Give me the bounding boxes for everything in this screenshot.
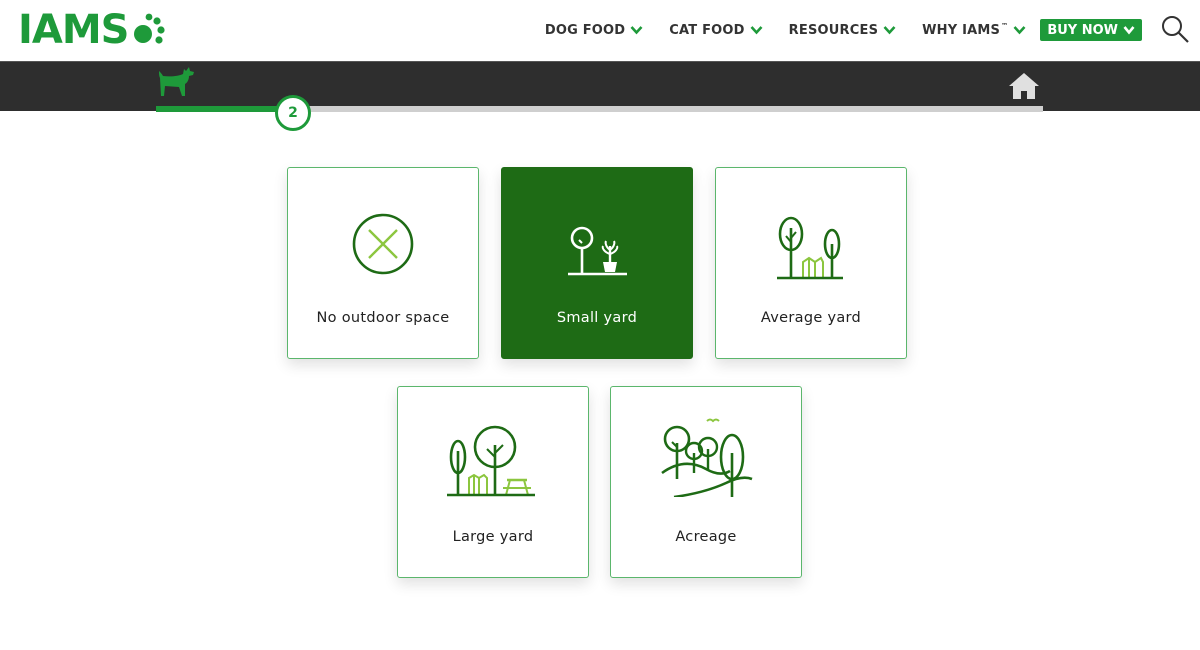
- option-average-yard[interactable]: Average yard: [715, 167, 907, 359]
- option-label: Average yard: [760, 310, 862, 326]
- nav-cat-food[interactable]: CAT FOOD: [669, 22, 763, 38]
- site-header: IAMS DOG FOOD CAT FOOD RESOURCES WHY IAM…: [0, 0, 1200, 60]
- nav-why-iams[interactable]: WHY IAMS ™: [922, 22, 1026, 38]
- option-no-outdoor-space[interactable]: No outdoor space: [287, 167, 479, 359]
- main-nav: DOG FOOD CAT FOOD RESOURCES WHY IAMS ™ BU…: [519, 17, 1142, 43]
- search-icon[interactable]: [1160, 14, 1190, 44]
- chevron-down-icon: [630, 26, 643, 35]
- small-yard-icon: [568, 226, 627, 276]
- option-label: Large yard: [452, 529, 534, 545]
- trademark-mark: ™: [1001, 22, 1009, 30]
- nav-resources[interactable]: RESOURCES: [789, 23, 896, 38]
- logo-text: IAMS: [18, 7, 129, 53]
- large-yard-icon: [447, 425, 535, 497]
- option-acreage[interactable]: Acreage: [610, 386, 802, 578]
- step-indicator: 2: [275, 95, 311, 131]
- buy-now-button[interactable]: BUY NOW: [1040, 19, 1142, 41]
- acreage-icon: [661, 418, 753, 497]
- dog-icon: [159, 67, 194, 96]
- paw-icon: [134, 13, 166, 44]
- option-label: No outdoor space: [316, 310, 450, 326]
- nav-why-iams-label: WHY IAMS: [922, 22, 1001, 38]
- chevron-down-icon: [883, 26, 896, 35]
- home-icon[interactable]: [1008, 72, 1040, 100]
- option-label: Small yard: [556, 310, 638, 326]
- chevron-down-icon: [1123, 26, 1135, 35]
- nav-resources-label: RESOURCES: [788, 22, 879, 38]
- buy-now-label: BUY NOW: [1047, 22, 1118, 38]
- no-outdoor-icon: [352, 213, 414, 275]
- nav-dog-food-label: DOG FOOD: [544, 22, 626, 38]
- iams-logo[interactable]: IAMS: [18, 7, 166, 53]
- nav-dog-food[interactable]: DOG FOOD: [545, 23, 643, 38]
- option-large-yard[interactable]: Large yard: [397, 386, 589, 578]
- option-small-yard[interactable]: Small yard: [501, 167, 693, 359]
- nav-cat-food-label: CAT FOOD: [669, 22, 745, 38]
- chevron-down-icon: [1013, 26, 1026, 35]
- chevron-down-icon: [750, 26, 763, 35]
- quiz-progress-bar: [0, 61, 1200, 112]
- progress-fill: [156, 106, 290, 112]
- option-label: Acreage: [675, 529, 737, 545]
- average-yard-icon: [777, 216, 843, 280]
